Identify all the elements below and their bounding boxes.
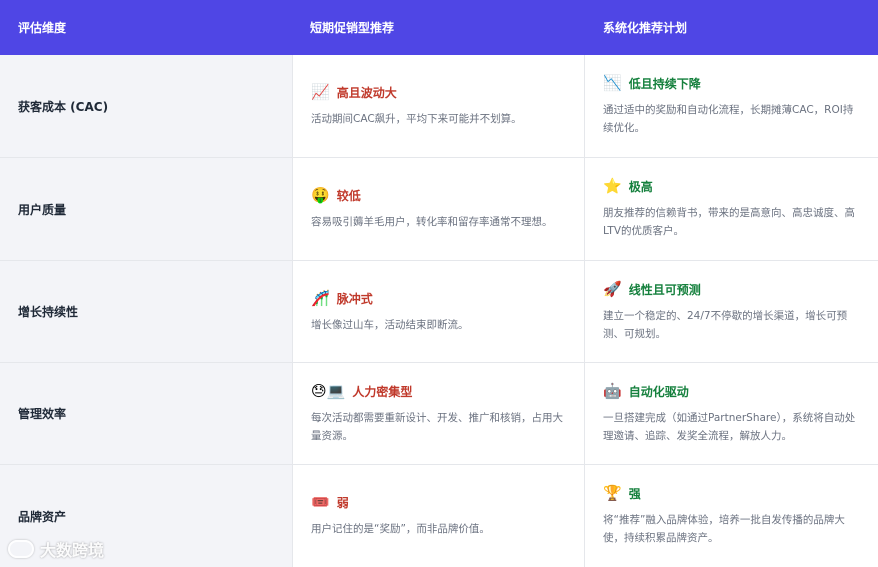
systematic-title: 线性且可预测 [628,282,701,297]
dimension-label: 管理效率 [18,407,67,421]
tired-laptop-icon: 😓💻 [311,381,346,400]
short-term-cell: 🎟️ 弱 用户记住的是“奖励”，而非品牌价值。 [292,465,585,567]
systematic-desc: 朋友推荐的信赖背书，带来的是高意向、高忠诚度、高LTV的优质客户。 [603,207,855,237]
ticket-icon: 🎟️ [311,493,330,511]
systematic-desc: 将“推荐”融入品牌体验，培养一批自发传播的品牌大使，持续积累品牌资产。 [603,514,845,544]
short-term-title: 较低 [336,189,361,203]
short-term-cell: 😓💻 人力密集型 每次活动都需要重新设计、开发、推广和核销，占用大量资源。 [292,363,585,465]
short-term-title: 高且波动大 [336,86,397,100]
dimension-label: 获客成本 (CAC) [18,99,109,114]
dimension-label: 用户质量 [18,202,67,217]
trophy-icon: 🏆 [603,484,622,502]
row-dimension: 用户质量 [0,158,292,261]
roller-coaster-icon: 🎢 [311,288,330,307]
systematic-cell: ⭐ 极高 朋友推荐的信赖背书，带来的是高意向、高忠诚度、高LTV的优质客户。 [585,158,878,261]
comparison-table: 评估维度 短期促销型推荐 系统化推荐计划 获客成本 (CAC) 📈 高且波动大 … [0,0,878,567]
systematic-cell: 🚀 线性且可预测 建立一个稳定的、24/7不停歇的增长渠道，增长可预测、可规划。 [585,261,878,363]
robot-icon: 🤖 [603,381,622,400]
row-dimension: 获客成本 (CAC) [0,55,292,158]
systematic-desc: 通过适中的奖励和自动化流程，长期摊薄CAC，ROI持续优化。 [603,104,854,134]
chart-up-icon: 📈 [311,83,330,101]
short-term-desc: 增长像过山车，活动结束即断流。 [311,318,469,331]
systematic-title: 强 [628,487,641,501]
systematic-title: 极高 [628,180,653,194]
systematic-cell: 🏆 强 将“推荐”融入品牌体验，培养一批自发传播的品牌大使，持续积累品牌资产。 [585,465,878,567]
short-term-desc: 每次活动都需要重新设计、开发、推广和核销，占用大量资源。 [311,411,563,442]
short-term-cell: 🎢 脉冲式 增长像过山车，活动结束即断流。 [292,261,585,363]
short-term-title: 弱 [336,496,349,510]
watermark: 大数跨境 [8,537,104,561]
dimension-label: 增长持续性 [18,305,79,319]
systematic-desc: 建立一个稳定的、24/7不停歇的增长渠道，增长可预测、可规划。 [603,309,848,340]
systematic-cell: 📉 低且持续下降 通过适中的奖励和自动化流程，长期摊薄CAC，ROI持续优化。 [585,55,878,158]
star-icon: ⭐ [603,177,622,195]
systematic-desc: 一旦搭建完成（如通过PartnerShare），系统将自动处理邀请、追踪、发奖全… [603,411,856,442]
dimension-label: 品牌资产 [18,509,67,524]
short-term-cell: 🤑 较低 容易吸引薅羊毛用户，转化率和留存率通常不理想。 [292,158,585,261]
row-dimension: 增长持续性 [0,261,292,363]
row-dimension: 管理效率 [0,363,292,465]
short-term-title: 脉冲式 [336,291,373,306]
short-term-desc: 用户记住的是“奖励”，而非品牌价值。 [311,523,490,535]
money-face-icon: 🤑 [311,186,330,204]
systematic-cell: 🤖 自动化驱动 一旦搭建完成（如通过PartnerShare），系统将自动处理邀… [585,363,878,465]
short-term-desc: 活动期间CAC飙升，平均下来可能并不划算。 [311,113,522,125]
chart-down-icon: 📉 [603,74,622,92]
header-systematic: 系统化推荐计划 [585,0,878,55]
watermark-text: 大数跨境 [40,541,105,560]
short-term-cell: 📈 高且波动大 活动期间CAC飙升，平均下来可能并不划算。 [292,55,585,158]
header-short-term: 短期促销型推荐 [292,0,585,55]
short-term-desc: 容易吸引薅羊毛用户，转化率和留存率通常不理想。 [311,216,553,228]
rocket-icon: 🚀 [603,279,622,298]
watermark-logo-icon [8,540,34,558]
systematic-title: 自动化驱动 [628,384,689,399]
header-dimension: 评估维度 [0,0,292,55]
systematic-title: 低且持续下降 [628,77,701,91]
short-term-title: 人力密集型 [352,384,413,399]
